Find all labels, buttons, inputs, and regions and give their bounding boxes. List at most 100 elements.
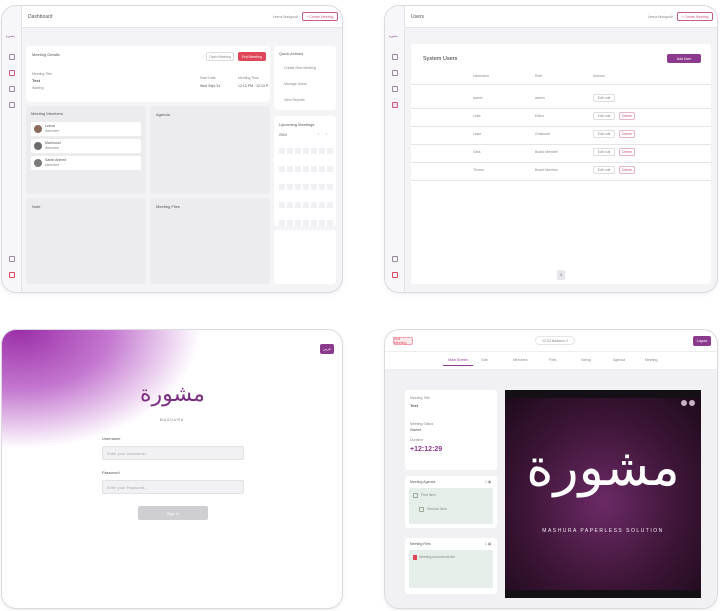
role-cell: Board Member	[535, 150, 559, 154]
meeting-icon[interactable]	[9, 70, 15, 76]
open-meeting-button[interactable]: Open Meeting	[206, 52, 234, 61]
tab-vote[interactable]: Vote	[481, 358, 488, 362]
quick-action-create[interactable]: Create New Meeting	[284, 66, 316, 70]
username-input[interactable]: Enter your Username...	[102, 446, 244, 460]
edit-role-button[interactable]: Edit role	[593, 148, 615, 156]
divider	[411, 162, 711, 163]
avatar	[34, 125, 42, 133]
table-row: Leila Editor Edit role Delete	[411, 110, 711, 124]
home-icon[interactable]	[392, 54, 398, 60]
start-date: Wed Sept 24	[200, 84, 221, 88]
tab-voting[interactable]: Voting	[581, 358, 591, 362]
screen-subtitle: MASHURA PAPERLESS SOLUTION	[542, 528, 664, 534]
page-title: Users	[411, 14, 425, 20]
files-title: Meeting Files	[410, 542, 431, 546]
column-header-actions: Actions	[593, 74, 605, 78]
tab-members[interactable]: Members	[513, 358, 528, 362]
members-card: Meeting Members Leena Attendee Mahmoud A…	[26, 106, 146, 194]
settings-icon[interactable]	[9, 256, 15, 262]
signin-button[interactable]: Sign in	[138, 506, 208, 520]
end-meeting-button[interactable]: End Meeting	[393, 337, 413, 345]
member-role: Attendee	[45, 129, 60, 133]
divider	[411, 126, 711, 127]
member-role: Attendee	[45, 163, 60, 167]
checkbox-icon[interactable]	[419, 507, 424, 512]
table-row: admin admin Edit role	[411, 92, 711, 106]
tab-meeting[interactable]: Meeting	[645, 358, 657, 362]
member-row: Leena Attendee	[31, 122, 141, 136]
quick-actions-card: Quick Actions Create New Meeting Manage …	[274, 46, 336, 110]
brand-logo: مشورة	[140, 382, 205, 407]
quick-action-users[interactable]: Manage Users	[284, 82, 307, 86]
agenda-list: First Item Second Item	[409, 488, 493, 524]
members-title: Meeting Members	[31, 111, 64, 116]
meeting-info-card: Meeting Title Test Meeting Status Starte…	[405, 390, 497, 470]
create-meeting-button[interactable]: + Create Meeting	[302, 12, 338, 21]
files-title: Meeting Files	[156, 204, 180, 209]
delete-button[interactable]: Delete	[619, 148, 635, 156]
calendar-prev-icon[interactable]: ‹	[318, 132, 319, 136]
users-icon[interactable]	[392, 102, 398, 108]
extra-card	[274, 230, 336, 284]
tab-main-screen[interactable]: Main Screen	[443, 358, 473, 366]
role-cell: admin	[535, 96, 545, 100]
meeting-time: 12:13 PM - 12:13 PM	[238, 84, 268, 88]
tab-files[interactable]: Files	[549, 358, 556, 362]
username-cell: Leila	[473, 114, 481, 118]
create-meeting-button[interactable]: + Create Meeting	[677, 12, 713, 21]
divider	[411, 84, 711, 85]
tab-agenda[interactable]: Agenda	[613, 358, 625, 362]
present-icon[interactable]	[681, 400, 687, 406]
checkbox-icon[interactable]	[413, 493, 418, 498]
quick-action-reports[interactable]: View Reports	[284, 98, 305, 102]
files-count-badge: 1 ▣	[485, 542, 492, 546]
meeting-icon[interactable]	[392, 70, 398, 76]
language-button[interactable]: عربي	[320, 344, 334, 354]
logout-icon[interactable]	[9, 272, 15, 278]
role-cell: Chairman	[535, 132, 551, 136]
username-label: Username	[102, 436, 121, 441]
timer-pill: 12:03 Nadeem 2	[535, 336, 575, 345]
fullscreen-icon[interactable]	[689, 400, 695, 406]
pagination-page[interactable]: 1	[557, 270, 565, 280]
agenda-item: Second Item	[427, 507, 447, 511]
files-card: Meeting Files 1 ▣ Meeting documents file	[405, 538, 497, 594]
users-icon[interactable]	[9, 102, 15, 108]
edit-role-button[interactable]: Edit role	[593, 94, 615, 102]
upcoming-meetings-card: Upcoming Meetings 2024 ‹ ›	[274, 116, 336, 262]
notes-card: Note	[26, 198, 146, 284]
edit-role-button[interactable]: Edit role	[593, 130, 615, 138]
agenda-card: Agenda	[150, 106, 270, 194]
start-date-label: Start Date	[200, 76, 216, 80]
file-icon	[413, 555, 417, 560]
home-icon[interactable]	[9, 54, 15, 60]
username-cell: Lead	[473, 132, 481, 136]
password-input[interactable]: Enter your Password...	[102, 480, 244, 494]
edit-role-button[interactable]: Edit role	[593, 166, 615, 174]
calendar-next-icon[interactable]: ›	[326, 132, 327, 136]
logout-button[interactable]: Logout	[693, 336, 711, 346]
meeting-title: Test	[410, 403, 418, 408]
meeting-timer: +12:12:29	[410, 446, 443, 453]
role-cell: Editor	[535, 114, 545, 118]
file-item[interactable]: Meeting documents file	[419, 555, 455, 559]
end-meeting-button[interactable]: End Meeting	[238, 52, 266, 61]
column-header-username: Username	[473, 74, 490, 78]
calendar-icon[interactable]	[9, 86, 15, 92]
settings-icon[interactable]	[392, 256, 398, 262]
logout-icon[interactable]	[392, 272, 398, 278]
column-header-role: Role	[535, 74, 543, 78]
edit-role-button[interactable]: Edit role	[593, 112, 615, 120]
delete-button[interactable]: Delete	[619, 130, 635, 138]
member-name: Mahmoud	[45, 141, 61, 145]
meeting-title-label: Meeting Title	[410, 396, 430, 400]
sidebar: مشورة	[385, 6, 405, 292]
delete-button[interactable]: Delete	[619, 166, 635, 174]
member-row: Mahmoud Attendee	[31, 139, 141, 153]
calendar-month: 2024	[279, 133, 287, 137]
member-name: Sarah Ahmed	[45, 158, 67, 162]
calendar-icon[interactable]	[392, 86, 398, 92]
delete-button[interactable]: Delete	[619, 112, 635, 120]
add-user-button[interactable]: Add User	[667, 54, 701, 63]
role-cell: Board Member	[535, 168, 559, 172]
